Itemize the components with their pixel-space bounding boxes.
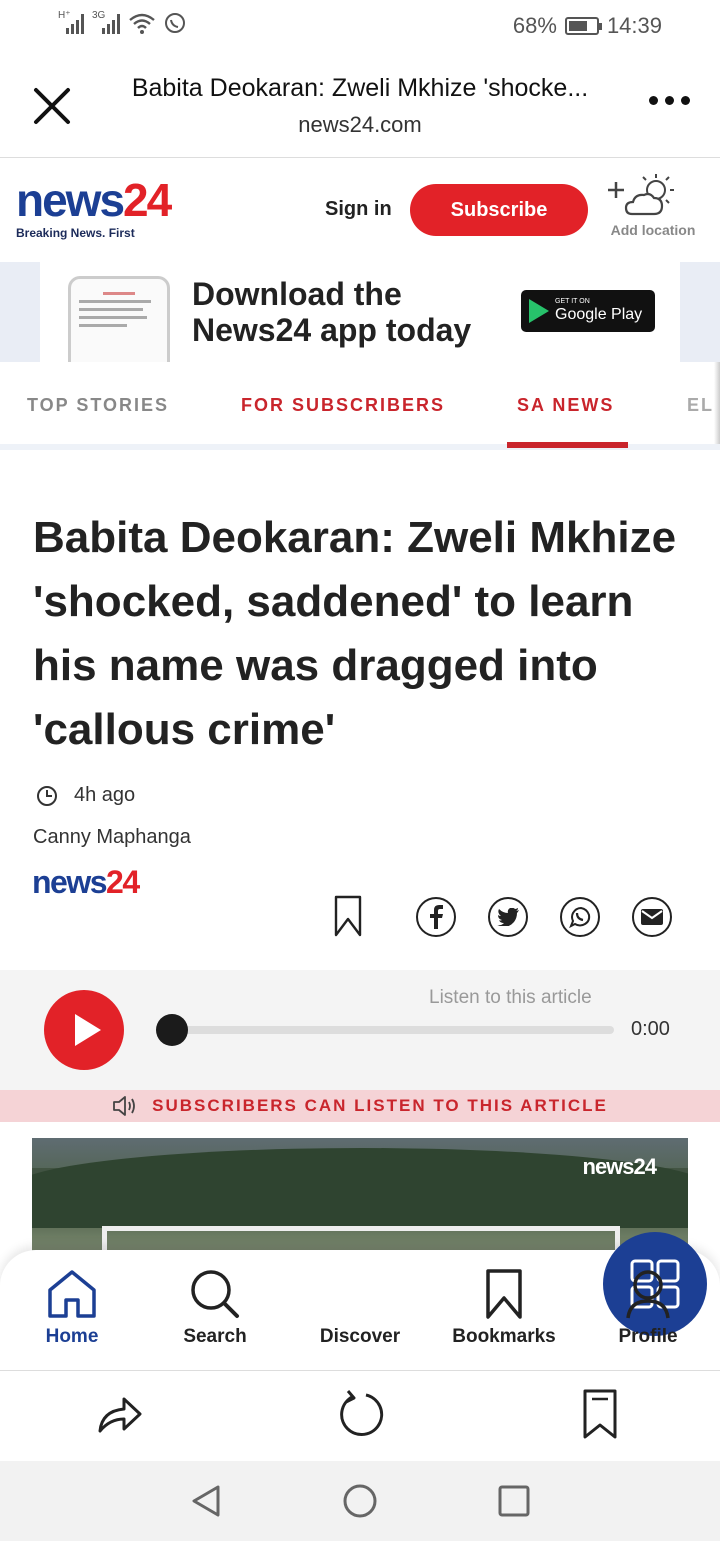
- audio-time: 0:00: [631, 1018, 670, 1040]
- nav-bookmarks[interactable]: Bookmarks: [439, 1268, 569, 1348]
- twitter-share-button[interactable]: [488, 897, 528, 937]
- facebook-icon: [430, 905, 443, 929]
- profile-icon: [626, 1270, 670, 1319]
- play-store-icon: [529, 299, 549, 323]
- news24-logo[interactable]: news24 Breaking News. First: [16, 177, 172, 240]
- signal-icon: H⁺: [58, 10, 84, 34]
- email-share-button[interactable]: [632, 897, 672, 937]
- home-system-icon[interactable]: [342, 1483, 378, 1519]
- sign-in-link[interactable]: Sign in: [325, 198, 392, 221]
- image-watermark: news24: [582, 1154, 657, 1179]
- banner-headline: Download the News24 app today: [192, 276, 471, 348]
- article-headline: Babita Deokaran: Zweli Mkhize 'shocked, …: [33, 513, 677, 754]
- logo-news-text: news: [16, 174, 125, 226]
- browser-url[interactable]: news24.com: [100, 112, 620, 138]
- weather-icon: [608, 174, 674, 216]
- tab-sa-news[interactable]: SA NEWS: [517, 395, 614, 416]
- phone-mockup-image: [68, 276, 170, 362]
- section-tabs: TOP STORIES FOR SUBSCRIBERS SA NEWS ELE: [0, 362, 720, 450]
- search-icon: [191, 1270, 239, 1318]
- email-icon: [641, 909, 663, 925]
- bookmark-article-icon[interactable]: [334, 895, 362, 937]
- reload-icon[interactable]: [336, 1389, 384, 1437]
- clock-icon: [37, 785, 57, 806]
- clock: 14:39: [606, 13, 662, 38]
- battery-percent: 68%: [512, 13, 557, 38]
- whatsapp-status-icon: [165, 13, 185, 33]
- tab-for-subscribers[interactable]: FOR SUBSCRIBERS: [241, 395, 445, 416]
- facebook-share-button[interactable]: [416, 897, 456, 937]
- tabs-scroll-fade: [714, 362, 720, 444]
- recents-icon[interactable]: [496, 1483, 532, 1519]
- subscribers-audio-notice[interactable]: SUBSCRIBERS CAN LISTEN TO THIS ARTICLE: [0, 1090, 720, 1122]
- signal-icon-2: 3G: [92, 10, 120, 34]
- logo-tagline: Breaking News. First: [16, 226, 135, 240]
- network-type-2: 3G: [92, 10, 106, 21]
- nav-discover[interactable]: Discover: [295, 1232, 707, 1348]
- status-right: 68% 14:39: [513, 13, 662, 39]
- nav-profile-label: Profile: [618, 1326, 678, 1347]
- browser-page-title: Babita Deokaran: Zweli Mkhize 'shocke...: [131, 74, 589, 102]
- audio-player: Listen to this article 0:00: [0, 970, 720, 1090]
- whatsapp-icon: [569, 906, 591, 929]
- share-bar: [0, 895, 720, 941]
- app-bottom-nav: Home Search Discover Bookmarks Profile: [0, 1232, 720, 1371]
- banner-line-1: Download the: [192, 276, 402, 312]
- bookmark-page-icon[interactable]: [576, 1389, 624, 1441]
- status-bar: H⁺ 3G 68% 14:39: [0, 0, 720, 56]
- app-download-banner[interactable]: Download the News24 app today GET IT ON …: [40, 262, 680, 362]
- speaker-icon: [113, 1096, 136, 1116]
- add-location-label: Add location: [610, 222, 696, 238]
- back-icon[interactable]: [188, 1483, 224, 1519]
- network-type-1: H⁺: [58, 10, 71, 21]
- add-location-button[interactable]: Add location: [598, 170, 708, 238]
- store-badge-small-text: GET IT ON: [555, 298, 590, 305]
- article-author[interactable]: Canny Maphanga: [33, 826, 191, 849]
- browser-bottom-bar: [0, 1371, 720, 1461]
- listen-label: Listen to this article: [429, 987, 592, 1008]
- close-icon[interactable]: [30, 84, 74, 128]
- whatsapp-share-button[interactable]: [560, 897, 600, 937]
- subscribe-button[interactable]: Subscribe: [410, 184, 588, 236]
- nav-home-label: Home: [45, 1326, 99, 1347]
- time-ago: 4h ago: [74, 784, 136, 806]
- banner-line-2: News24 app today: [192, 312, 472, 348]
- nav-search-label: Search: [183, 1326, 247, 1347]
- wifi-icon: [129, 13, 155, 34]
- logo-24-text: 24: [123, 174, 172, 226]
- status-left: H⁺ 3G: [58, 10, 186, 34]
- bookmark-icon: [486, 1269, 522, 1319]
- store-badge-name: Google Play: [555, 306, 643, 323]
- battery-icon: [564, 17, 602, 35]
- nav-discover-label: Discover: [319, 1326, 401, 1347]
- app-banner-container: Download the News24 app today GET IT ON …: [0, 262, 720, 362]
- active-tab-indicator: [507, 442, 628, 448]
- nav-bookmarks-label: Bookmarks: [452, 1326, 556, 1347]
- system-nav-bar: [0, 1461, 720, 1541]
- share-icon[interactable]: [96, 1389, 144, 1437]
- more-options-button[interactable]: [649, 96, 690, 105]
- audio-progress-handle[interactable]: [156, 1014, 188, 1046]
- tab-top-stories[interactable]: TOP STORIES: [27, 395, 169, 416]
- nav-profile[interactable]: Profile: [583, 1268, 713, 1348]
- site-header: news24 Breaking News. First Sign in Subs…: [0, 158, 720, 262]
- nav-home[interactable]: Home: [7, 1268, 137, 1348]
- play-button[interactable]: [44, 990, 124, 1070]
- article-timestamp: 4h ago: [36, 784, 135, 807]
- browser-toolbar: Babita Deokaran: Zweli Mkhize 'shocke...…: [0, 56, 720, 158]
- nav-search[interactable]: Search: [150, 1268, 280, 1348]
- twitter-icon: [497, 908, 519, 926]
- audio-progress-track[interactable]: [172, 1026, 614, 1034]
- google-play-badge[interactable]: GET IT ON Google Play: [521, 290, 655, 332]
- subscribers-note-text: SUBSCRIBERS CAN LISTEN TO THIS ARTICLE: [152, 1096, 608, 1115]
- home-icon: [48, 1270, 96, 1318]
